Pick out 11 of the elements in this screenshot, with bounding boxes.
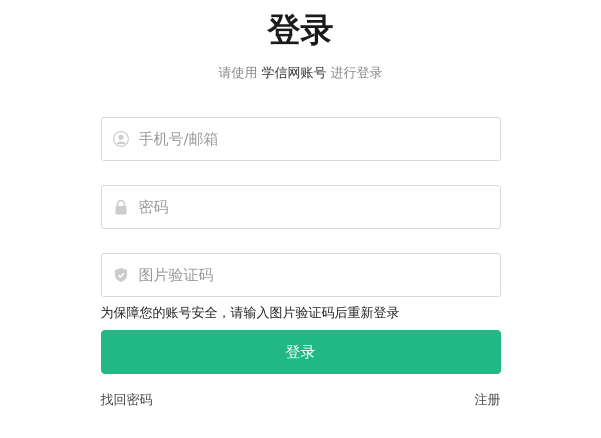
page-title: 登录 (268, 9, 334, 51)
shield-icon (112, 267, 128, 283)
input-field[interactable]: 图片验证码 (100, 253, 500, 297)
lock-icon (112, 199, 128, 215)
register-link[interactable]: 注册 (474, 392, 500, 410)
security-notice: 为保障您的账号安全，请输入图片验证码后重新登录 (100, 305, 400, 323)
input-field[interactable]: 密码 (100, 185, 500, 229)
input-field[interactable]: 手机号/邮箱 (100, 117, 500, 161)
user-icon (112, 131, 128, 147)
subtitle: 请使用 学信网账号 进行登录 (218, 65, 382, 83)
forgot-password-link[interactable]: 找回密码 (100, 392, 152, 410)
